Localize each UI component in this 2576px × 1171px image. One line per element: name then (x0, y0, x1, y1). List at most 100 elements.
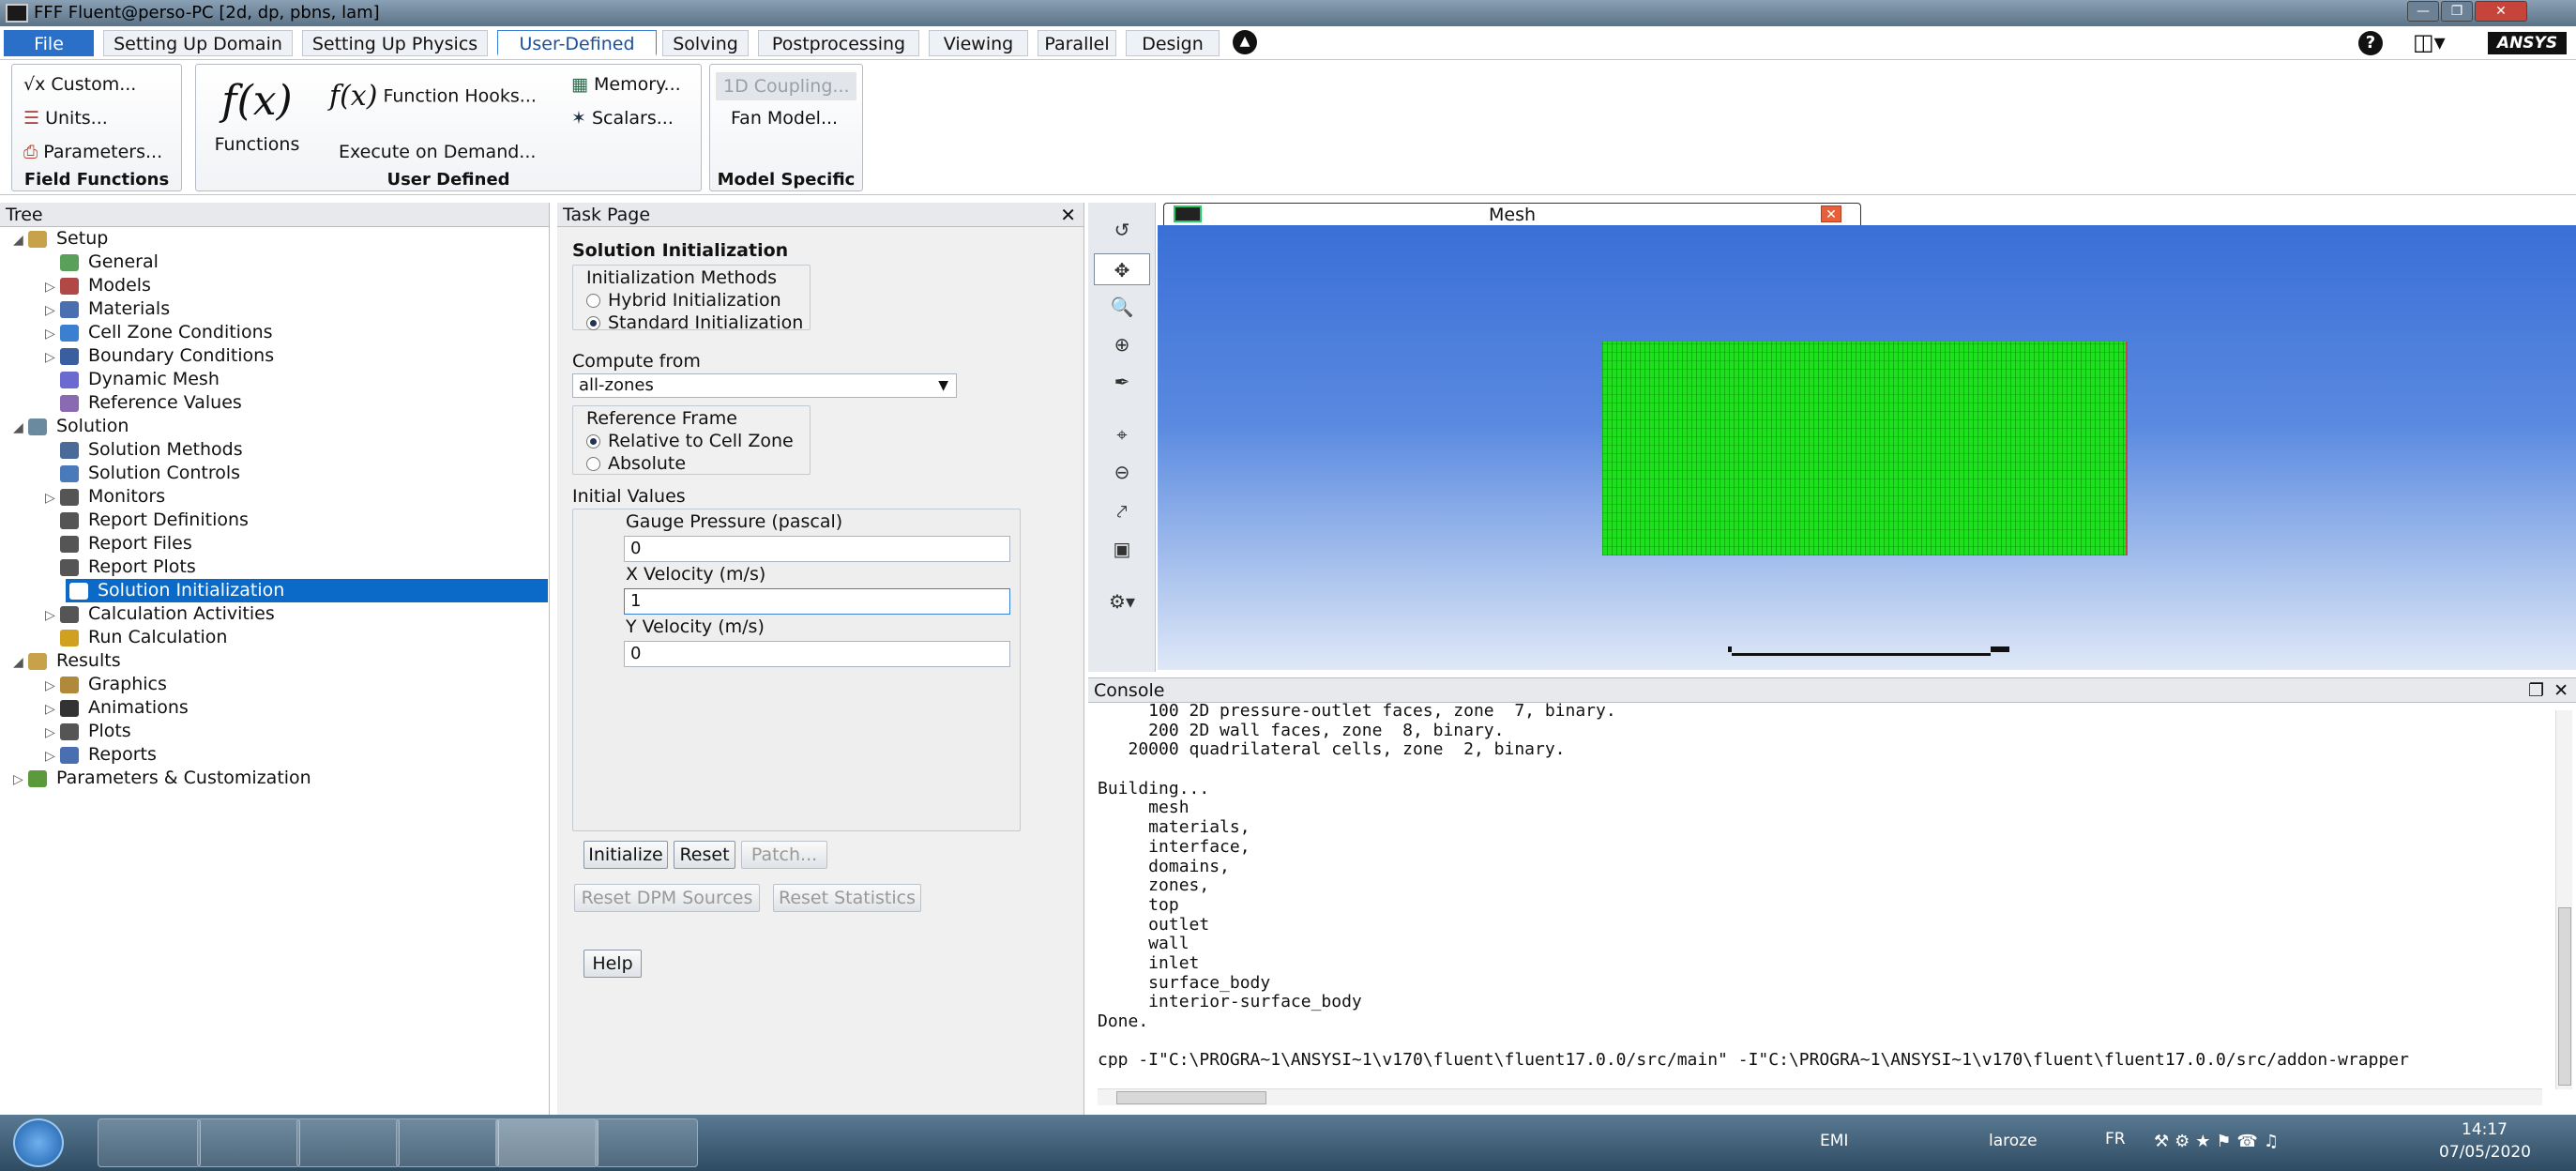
tree-item-animations[interactable]: ▷ Animations (45, 696, 189, 720)
explorer-taskbar-icon[interactable] (98, 1118, 201, 1167)
layout-icon[interactable]: ◫▾ (2413, 29, 2446, 55)
menu-design[interactable]: Design (1126, 30, 1220, 56)
scalars-button[interactable]: ✶ Scalars... (571, 108, 674, 129)
language-indicator[interactable]: FR (2105, 1130, 2126, 1148)
tree-item-report-files[interactable]: Report Files (45, 532, 192, 555)
restore-button[interactable]: ❐ (2441, 1, 2473, 22)
menu-setting-up-domain[interactable]: Setting Up Domain (103, 30, 293, 56)
axes-icon[interactable]: ⤤ (1094, 495, 1150, 527)
tree-item-models[interactable]: ▷ Models (45, 274, 151, 297)
console-hscroll-thumb[interactable] (1116, 1091, 1266, 1104)
close-console-icon[interactable]: ✕ (2553, 678, 2568, 703)
console-scroll-thumb[interactable] (2558, 907, 2571, 1086)
execute-on-demand-button[interactable]: Execute on Demand... (339, 142, 536, 162)
tree-item-solution-methods[interactable]: Solution Methods (45, 438, 243, 462)
zoom-out-icon[interactable]: ⊖ (1094, 456, 1150, 488)
x-velocity-input[interactable]: 1 (624, 588, 1010, 615)
tree-item-boundary-conditions[interactable]: ▷ Boundary Conditions (45, 344, 274, 368)
patch-button[interactable]: Patch... (741, 841, 827, 869)
units-button[interactable]: ☰ Units... (23, 108, 108, 129)
expanded-arrow-icon[interactable]: ◢ (13, 417, 28, 440)
view-options-icon[interactable]: ⚙▾ (1094, 586, 1150, 617)
graphics-viewport[interactable] (1158, 225, 2576, 670)
menu-postprocessing[interactable]: Postprocessing (758, 30, 919, 56)
tree-item-report-definitions[interactable]: Report Definitions (45, 509, 249, 532)
collapsed-arrow-icon[interactable]: ▷ (13, 768, 28, 792)
clock-date[interactable]: 07/05/2020 (2439, 1143, 2531, 1162)
tree-item-setup[interactable]: ◢ Setup (13, 227, 108, 251)
menu-parallel[interactable]: Parallel (1038, 30, 1116, 56)
probe-icon[interactable]: ✒ (1094, 366, 1150, 398)
functions-button[interactable]: f(x) Functions (205, 74, 309, 177)
reset-dpm-sources-button[interactable]: Reset DPM Sources (574, 884, 760, 912)
tree-item-reports[interactable]: ▷ Reports (45, 743, 157, 767)
fan-model-button[interactable]: Fan Model... (731, 108, 838, 129)
tree-item-solution-initialization[interactable]: Solution Initialization (66, 579, 548, 602)
collapsed-arrow-icon[interactable]: ▷ (45, 299, 60, 323)
tree-item-calculation-activities[interactable]: ▷ Calculation Activities (45, 602, 275, 626)
tree-item-materials[interactable]: ▷ Materials (45, 297, 170, 321)
restore-console-icon[interactable]: ❐ (2528, 678, 2544, 703)
collapsed-arrow-icon[interactable]: ▷ (45, 604, 60, 628)
menu-file[interactable]: File (4, 30, 94, 56)
clock-time[interactable]: 14:17 (2462, 1120, 2508, 1139)
expanded-arrow-icon[interactable]: ◢ (13, 229, 28, 252)
system-tray-icons[interactable]: ⚒⚙★⚑☎♫ (2154, 1132, 2284, 1151)
function-hooks-button[interactable]: f(x) Function Hooks... (329, 80, 537, 113)
zoom-icon[interactable]: 🔍 (1094, 291, 1150, 323)
rotate-icon[interactable]: ↺ (1094, 214, 1150, 246)
help-icon[interactable]: ? (2358, 31, 2383, 55)
collapsed-arrow-icon[interactable]: ▷ (45, 745, 60, 768)
hybrid-initialization-radio[interactable]: Hybrid Initialization (586, 290, 781, 311)
camera-icon[interactable]: ▣ (1094, 533, 1150, 565)
compute-from-select[interactable]: all-zones ▼ (572, 373, 957, 398)
tree-item-reference-values[interactable]: Reference Values (45, 391, 242, 415)
close-task-page-icon[interactable]: ✕ (1060, 203, 1076, 227)
gauge-pressure-input[interactable]: 0 (624, 536, 1010, 562)
close-window-button[interactable]: ✕ (2475, 1, 2527, 22)
relative-to-cell-zone-radio[interactable]: Relative to Cell Zone (586, 431, 794, 451)
tree-item-dynamic-mesh[interactable]: Dynamic Mesh (45, 368, 220, 391)
fit-to-window-icon[interactable]: ⌖ (1094, 418, 1150, 450)
paint-taskbar-icon[interactable] (595, 1118, 698, 1167)
tree-item-run-calculation[interactable]: Run Calculation (45, 626, 227, 649)
collapsed-arrow-icon[interactable]: ▷ (45, 675, 60, 698)
fluent-taskbar-icon[interactable] (495, 1118, 599, 1167)
collapsed-arrow-icon[interactable]: ▷ (45, 276, 60, 299)
start-button[interactable] (13, 1118, 64, 1167)
menu-solving[interactable]: Solving (662, 30, 749, 56)
zoom-box-icon[interactable]: ⊕ (1094, 328, 1150, 360)
y-velocity-input[interactable]: 0 (624, 641, 1010, 667)
tree-item-graphics[interactable]: ▷ Graphics (45, 673, 167, 696)
reset-statistics-button[interactable]: Reset Statistics (773, 884, 921, 912)
close-tab-icon[interactable]: ✕ (1821, 205, 1841, 222)
tree-item-solution[interactable]: ◢ Solution (13, 415, 129, 438)
collapsed-arrow-icon[interactable]: ▷ (45, 346, 60, 370)
collapsed-arrow-icon[interactable]: ▷ (45, 487, 60, 510)
mesh-tab[interactable]: Mesh ✕ (1163, 203, 1861, 225)
tree-item-monitors[interactable]: ▷ Monitors (45, 485, 165, 509)
standard-initialization-radio[interactable]: Standard Initialization (586, 312, 803, 333)
books-taskbar-icon[interactable] (296, 1118, 400, 1167)
parameters-button[interactable]: ⎙ Parameters... (23, 142, 162, 162)
word-taskbar-icon[interactable] (396, 1118, 499, 1167)
minimize-button[interactable]: — (2407, 1, 2439, 22)
console-vertical-scrollbar[interactable] (2555, 710, 2572, 1089)
menu-user-defined[interactable]: User-Defined (497, 30, 657, 56)
sticky-notes-taskbar-icon[interactable] (197, 1118, 300, 1167)
menu-setting-up-physics[interactable]: Setting Up Physics (302, 30, 488, 56)
tree-item-plots[interactable]: ▷ Plots (45, 720, 131, 743)
absolute-radio[interactable]: Absolute (586, 453, 686, 474)
collapsed-arrow-icon[interactable]: ▷ (45, 698, 60, 722)
tree-item-report-plots[interactable]: Report Plots (45, 555, 196, 579)
collapsed-arrow-icon[interactable]: ▷ (45, 323, 60, 346)
tree-item-results[interactable]: ◢ Results (13, 649, 121, 673)
tree-item-cell-zone-conditions[interactable]: ▷ Cell Zone Conditions (45, 321, 273, 344)
1d-coupling-button[interactable]: 1D Coupling... (716, 72, 856, 100)
expanded-arrow-icon[interactable]: ◢ (13, 651, 28, 675)
console-output[interactable]: 100 2D pressure-outlet faces, zone 7, bi… (1098, 702, 2542, 1068)
custom-button[interactable]: √x Custom... (23, 74, 136, 95)
initialize-button[interactable]: Initialize (583, 841, 668, 869)
tree-item-general[interactable]: General (45, 251, 159, 274)
tree-item-parameters-customization[interactable]: ▷ Parameters & Customization (13, 767, 311, 790)
